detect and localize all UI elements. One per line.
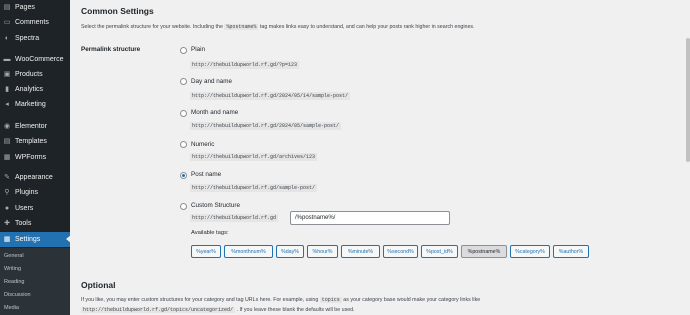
products-icon: ▣ bbox=[3, 71, 11, 78]
elementor-icon: ◉ bbox=[3, 123, 11, 130]
sidebar-item-label: Plugins bbox=[15, 189, 38, 196]
sidebar-item-comments[interactable]: ▭ Comments bbox=[0, 15, 70, 30]
example-url-numeric: http://thebuildupworld.rf.gd/archives/12… bbox=[190, 153, 318, 161]
sidebar-item-label: Settings bbox=[15, 236, 41, 243]
settings-submenu: General Writing Reading Discussion Media bbox=[0, 248, 70, 315]
example-category-url: http://thebuildupworld.rf.gd/topics/unca… bbox=[81, 307, 236, 313]
postname-code: %postname% bbox=[224, 24, 259, 30]
tag-button-post-id[interactable]: %post_id% bbox=[421, 245, 458, 258]
option-label-post-name[interactable]: Post name bbox=[191, 171, 221, 178]
radio-plain[interactable] bbox=[180, 47, 187, 54]
templates-icon: ▤ bbox=[3, 138, 11, 145]
tag-button-second[interactable]: %second% bbox=[383, 245, 418, 258]
pages-icon: ▤ bbox=[3, 4, 11, 11]
main-content: Common Settings Select the permalink str… bbox=[70, 0, 690, 315]
sidebar-item-products[interactable]: ▣ Products bbox=[0, 67, 70, 82]
optional-description-line2: http://thebuildupworld.rf.gd/topics/unca… bbox=[81, 307, 355, 313]
description-text: Select the permalink structure for your … bbox=[81, 24, 223, 30]
sidebar-item-label: Pages bbox=[15, 4, 35, 11]
sidebar-item-spectra[interactable]: ◐ Spectra bbox=[0, 31, 70, 46]
sidebar-item-templates[interactable]: ▤ Templates bbox=[0, 134, 70, 149]
topics-code: topics bbox=[319, 297, 342, 303]
example-url-post-name: http://thebuildupworld.rf.gd/sample-post… bbox=[190, 184, 318, 192]
sidebar-item-label: Users bbox=[15, 205, 34, 212]
submenu-item-media[interactable]: Media bbox=[4, 305, 19, 311]
sidebar-item-label: Comments bbox=[15, 19, 49, 26]
radio-day-and-name[interactable] bbox=[180, 78, 187, 85]
optional-description-line1: If you like, you may enter custom struct… bbox=[81, 297, 480, 303]
sidebar-item-analytics[interactable]: ▮ Analytics bbox=[0, 82, 70, 97]
submenu-item-writing[interactable]: Writing bbox=[4, 266, 21, 272]
custom-structure-prefix: http://thebuildupworld.rf.gd bbox=[190, 214, 279, 222]
tag-button-author[interactable]: %author% bbox=[553, 245, 589, 258]
sidebar-item-marketing[interactable]: ◂ Marketing bbox=[0, 97, 70, 112]
comments-icon: ▭ bbox=[3, 19, 11, 26]
tag-button-category[interactable]: %category% bbox=[510, 245, 550, 258]
sidebar-item-label: Templates bbox=[15, 138, 47, 145]
tag-button-day[interactable]: %day% bbox=[276, 245, 304, 258]
sidebar-item-label: Tools bbox=[15, 220, 32, 227]
radio-numeric[interactable] bbox=[180, 141, 187, 148]
sidebar-item-settings[interactable]: ▦ Settings bbox=[0, 232, 71, 247]
sidebar-item-label: Products bbox=[15, 71, 43, 78]
tag-button-postname[interactable]: %postname% bbox=[461, 245, 507, 258]
wpforms-icon: ▦ bbox=[3, 154, 11, 161]
optional-text-line2: . If you leave these blank the defaults … bbox=[236, 307, 355, 313]
radio-custom-structure[interactable] bbox=[180, 203, 187, 210]
option-label-month-and-name[interactable]: Month and name bbox=[191, 109, 238, 116]
submenu-item-general[interactable]: General bbox=[4, 253, 24, 259]
marketing-icon: ◂ bbox=[5, 101, 9, 108]
submenu-item-reading[interactable]: Reading bbox=[4, 279, 25, 285]
radio-month-and-name[interactable] bbox=[180, 110, 187, 117]
sidebar-item-label: WooCommerce bbox=[15, 56, 64, 63]
example-url-day-and-name: http://thebuildupworld.rf.gd/2024/05/14/… bbox=[190, 92, 351, 100]
custom-structure-input[interactable]: /%postname%/ bbox=[290, 211, 450, 225]
tools-icon: ✚ bbox=[4, 220, 10, 227]
available-tags-label: Available tags: bbox=[191, 230, 229, 236]
tag-button-monthnum[interactable]: %monthnum% bbox=[224, 245, 273, 258]
analytics-icon: ▮ bbox=[5, 86, 9, 93]
sidebar-item-elementor[interactable]: ◉ Elementor bbox=[0, 119, 70, 134]
admin-sidebar: ▤ Pages ▭ Comments ◐ Spectra ▬ WooCommerce ▣… bbox=[0, 0, 71, 315]
sidebar-item-pages[interactable]: ▤ Pages bbox=[0, 0, 70, 15]
sidebar-item-label: WPForms bbox=[15, 154, 47, 161]
sidebar-item-label: Appearance bbox=[15, 174, 53, 181]
description-text-end: tag makes links easy to understand, and … bbox=[259, 24, 475, 30]
spectra-icon: ◐ bbox=[4, 35, 10, 42]
option-label-numeric[interactable]: Numeric bbox=[191, 141, 214, 148]
sidebar-item-woocommerce[interactable]: ▬ WooCommerce bbox=[0, 52, 70, 67]
sidebar-item-label: Marketing bbox=[15, 101, 46, 108]
permalink-structure-label: Permalink structure bbox=[81, 46, 141, 53]
sidebar-item-appearance[interactable]: ✎ Appearance bbox=[0, 170, 70, 185]
woocommerce-icon: ▬ bbox=[3, 56, 11, 63]
example-url-plain: http://thebuildupworld.rf.gd/?p=123 bbox=[190, 61, 300, 69]
sidebar-item-label: Elementor bbox=[15, 123, 47, 130]
appearance-icon: ✎ bbox=[4, 174, 10, 181]
optional-title: Optional bbox=[81, 280, 116, 290]
scrollbar-thumb[interactable] bbox=[686, 38, 690, 162]
option-label-day-and-name[interactable]: Day and name bbox=[191, 78, 232, 85]
users-icon: ● bbox=[4, 205, 10, 212]
tag-button-minute[interactable]: %minute% bbox=[341, 245, 380, 258]
option-label-plain[interactable]: Plain bbox=[191, 46, 205, 53]
scrollbar[interactable] bbox=[685, 0, 690, 315]
sidebar-item-tools[interactable]: ✚ Tools bbox=[0, 216, 70, 231]
sidebar-item-label: Spectra bbox=[15, 35, 40, 42]
common-settings-title: Common Settings bbox=[81, 6, 154, 16]
option-label-custom-structure[interactable]: Custom Structure bbox=[191, 202, 240, 209]
example-url-month-and-name: http://thebuildupworld.rf.gd/2024/05/sam… bbox=[190, 122, 342, 130]
sidebar-item-wpforms[interactable]: ▦ WPForms bbox=[0, 150, 70, 165]
common-settings-description: Select the permalink structure for your … bbox=[81, 24, 475, 30]
sidebar-item-label: Analytics bbox=[15, 86, 44, 93]
optional-text-end: as your category base would make your ca… bbox=[343, 297, 481, 303]
sidebar-item-users[interactable]: ● Users bbox=[0, 201, 70, 216]
settings-icon: ▦ bbox=[3, 236, 11, 243]
tag-button-year[interactable]: %year% bbox=[191, 245, 221, 258]
sidebar-item-plugins[interactable]: ⚲ Plugins bbox=[0, 185, 70, 200]
plugins-icon: ⚲ bbox=[4, 189, 10, 196]
submenu-item-discussion[interactable]: Discussion bbox=[4, 292, 31, 298]
radio-post-name[interactable] bbox=[180, 172, 187, 179]
tag-button-hour[interactable]: %hour% bbox=[307, 245, 338, 258]
optional-text: If you like, you may enter custom struct… bbox=[81, 297, 319, 303]
